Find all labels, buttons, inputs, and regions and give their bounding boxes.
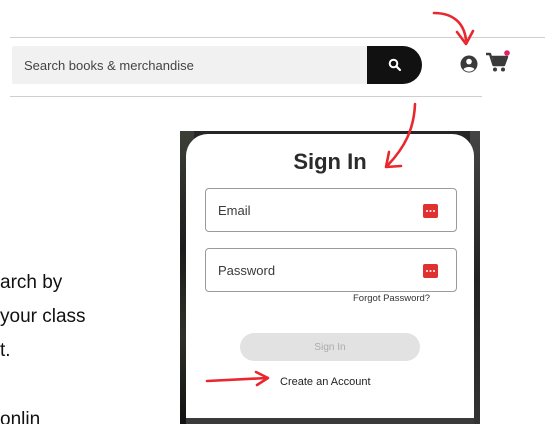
arrow-to-account-icon [432, 11, 475, 46]
annotation-layer [205, 11, 475, 387]
arrow-to-create-account [205, 370, 270, 387]
arrow-to-sign-in-title [384, 102, 417, 169]
